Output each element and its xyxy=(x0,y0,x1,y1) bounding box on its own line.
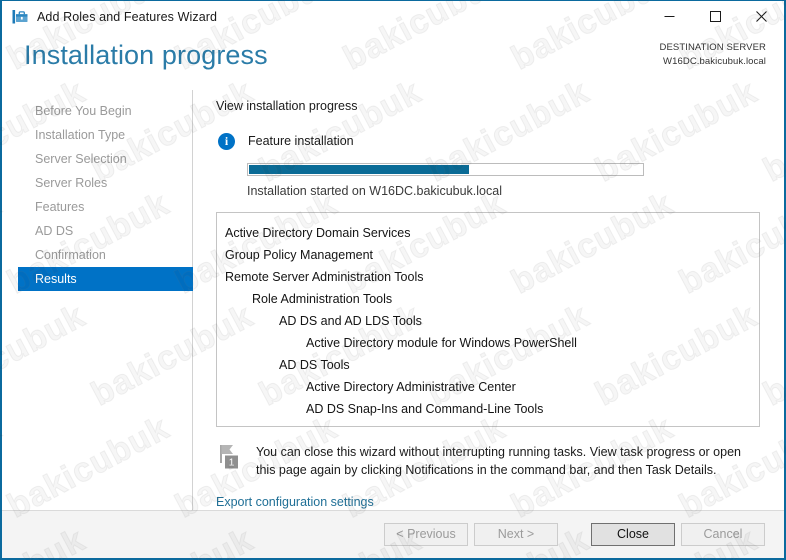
list-item[interactable]: Remote Server Administration Tools xyxy=(217,266,759,288)
wizard-footer: < Previous Next > Close Cancel xyxy=(2,510,784,558)
notification-badge-count: 1 xyxy=(229,457,235,468)
progress-status-text: Installation started on W16DC.bakicubuk.… xyxy=(247,184,502,198)
minimize-button[interactable] xyxy=(646,1,692,32)
sidebar-item-label: Server Roles xyxy=(35,176,108,190)
sidebar-item-label: Results xyxy=(35,272,77,286)
list-item[interactable]: AD DS Tools xyxy=(217,354,759,376)
sidebar-item-label: Server Selection xyxy=(35,152,127,166)
title-bar: Add Roles and Features Wizard xyxy=(2,1,784,32)
sidebar-item-features[interactable]: Features xyxy=(2,195,192,219)
sidebar-item-confirmation[interactable]: Confirmation xyxy=(2,243,192,267)
sidebar-item-results[interactable]: Results xyxy=(18,267,193,291)
close-icon xyxy=(755,11,767,22)
installed-components-list[interactable]: Active Directory Domain Services Group Po… xyxy=(216,212,760,427)
list-item[interactable]: Role Administration Tools xyxy=(217,288,759,310)
next-button: Next > xyxy=(474,523,558,546)
sidebar-item-before-you-begin[interactable]: Before You Begin xyxy=(2,99,192,123)
list-item[interactable]: Group Policy Management xyxy=(217,244,759,266)
wizard-step-nav: Before You Begin Installation Type Server … xyxy=(2,90,193,510)
sidebar-item-label: Features xyxy=(35,200,85,214)
export-configuration-settings-link[interactable]: Export configuration settings xyxy=(216,495,374,509)
maximize-icon xyxy=(709,11,721,22)
window-title: Add Roles and Features Wizard xyxy=(37,9,218,24)
sidebar-item-label: Confirmation xyxy=(35,248,106,262)
notification-text: You can close this wizard without interr… xyxy=(256,445,741,477)
feature-installation-label: Feature installation xyxy=(248,134,354,148)
list-item[interactable]: Active Directory module for Windows Powe… xyxy=(217,332,759,354)
close-button[interactable] xyxy=(738,1,784,32)
list-item[interactable]: AD DS Snap-Ins and Command-Line Tools xyxy=(217,398,759,420)
page-header: Installation progress DESTINATION SERVER… xyxy=(2,32,784,90)
list-item[interactable]: Active Directory Domain Services xyxy=(217,222,759,244)
maximize-button[interactable] xyxy=(692,1,738,32)
page-title: Installation progress xyxy=(24,40,268,70)
section-label: View installation progress xyxy=(216,99,358,113)
destination-server-name: W16DC.bakicubuk.local xyxy=(663,56,766,67)
main-content: View installation progress i Feature ins… xyxy=(193,90,784,510)
destination-server-block: DESTINATION SERVER W16DC.bakicubuk.local xyxy=(660,41,767,69)
sidebar-item-server-roles[interactable]: Server Roles xyxy=(2,171,192,195)
previous-button: < Previous xyxy=(384,523,468,546)
notification-flag-icon: 1 xyxy=(218,443,244,471)
feature-installation-row: i Feature installation xyxy=(218,130,784,152)
sidebar-item-label: AD DS xyxy=(35,224,74,238)
minimize-icon xyxy=(664,16,674,17)
progress-bar-fill xyxy=(249,165,470,174)
destination-server-label: DESTINATION SERVER xyxy=(659,42,766,53)
list-item[interactable]: Active Directory Administrative Center xyxy=(217,376,759,398)
sidebar-item-server-selection[interactable]: Server Selection xyxy=(2,147,192,171)
sidebar-item-label: Before You Begin xyxy=(35,104,132,118)
wizard-window: Add Roles and Features Wizard Installati… xyxy=(0,0,786,560)
close-button[interactable]: Close xyxy=(591,523,675,546)
notification-hint: 1 You can close this wizard without inte… xyxy=(218,443,784,479)
wizard-body: Before You Begin Installation Type Server … xyxy=(2,90,784,510)
list-item[interactable]: AD DS and AD LDS Tools xyxy=(217,310,759,332)
sidebar-item-label: Installation Type xyxy=(35,128,126,142)
info-circle-icon: i xyxy=(218,132,235,150)
cancel-button: Cancel xyxy=(681,523,765,546)
server-manager-toolbox-icon xyxy=(11,8,29,26)
sidebar-item-installation-type[interactable]: Installation Type xyxy=(2,123,192,147)
window-controls xyxy=(646,1,784,32)
installation-progress-bar xyxy=(247,163,644,176)
sidebar-item-ad-ds[interactable]: AD DS xyxy=(2,219,192,243)
